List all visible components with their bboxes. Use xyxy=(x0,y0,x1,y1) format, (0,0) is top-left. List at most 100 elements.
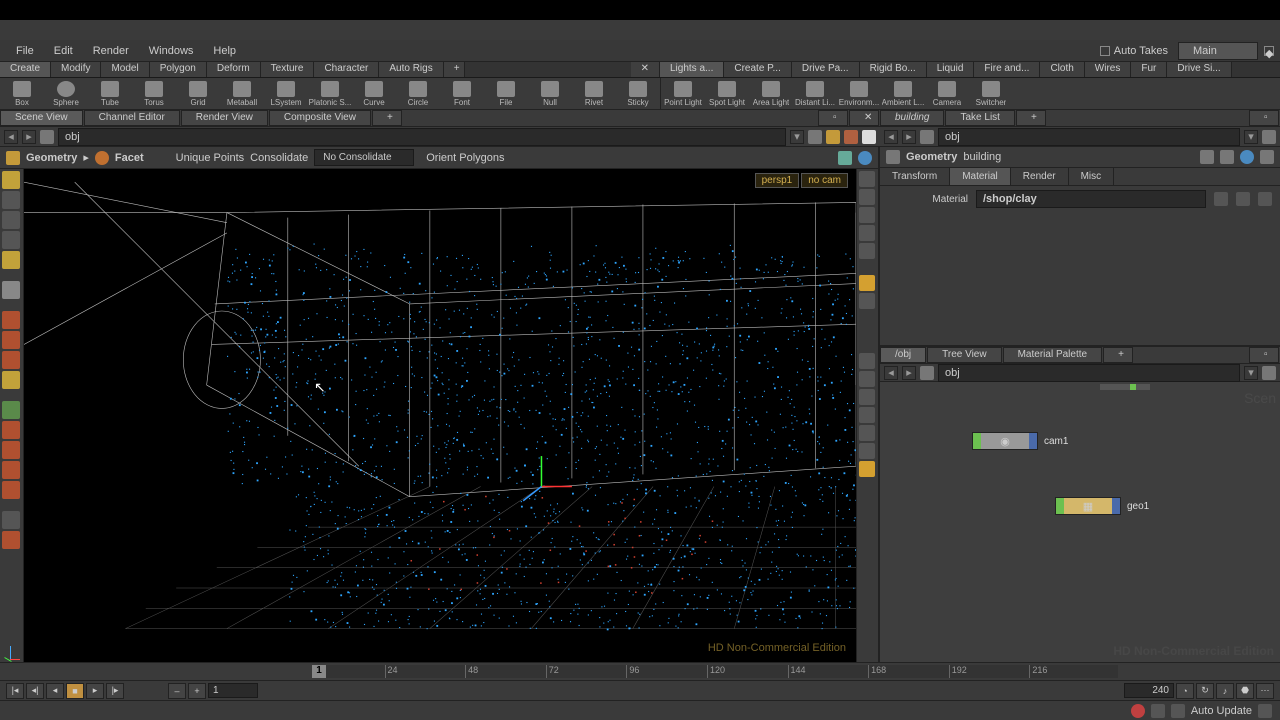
realtime-icon[interactable]: ◔ xyxy=(1176,683,1194,699)
record-icon[interactable] xyxy=(1131,704,1145,718)
path-dropdown-icon[interactable]: ▾ xyxy=(1244,130,1258,144)
view-icon[interactable] xyxy=(844,130,858,144)
end-frame-input[interactable]: 240 xyxy=(1124,683,1174,698)
menu-render[interactable]: Render xyxy=(83,42,139,60)
shelf-tab[interactable]: Texture xyxy=(261,62,315,77)
update-menu-icon[interactable] xyxy=(1258,704,1272,718)
tool-icon[interactable] xyxy=(2,481,20,499)
gear-icon[interactable] xyxy=(1200,150,1214,164)
shelf-tab[interactable]: Deform xyxy=(207,62,261,77)
tool-icon[interactable] xyxy=(2,511,20,529)
tool-circle[interactable]: Circle xyxy=(396,78,440,109)
tool-box[interactable]: Box xyxy=(0,78,44,109)
shelf-tab[interactable]: Fur xyxy=(1131,62,1167,77)
play-back-button[interactable]: ◂ xyxy=(46,683,64,699)
net-tab-add[interactable]: + xyxy=(1103,347,1133,363)
shelf-tab[interactable]: Liquid xyxy=(927,62,975,77)
pane-tab-composite-view[interactable]: Composite View xyxy=(269,110,371,126)
back-icon[interactable]: ◂ xyxy=(884,366,898,380)
shelf-tab[interactable]: Modify xyxy=(51,62,101,77)
param-tab-render[interactable]: Render xyxy=(1011,168,1069,185)
param-tab-material[interactable]: Material xyxy=(950,168,1011,185)
shelf-tab[interactable]: Fire and... xyxy=(974,62,1040,77)
shelf-close-icon[interactable]: ✕ xyxy=(631,62,660,77)
shelf-tab[interactable]: Drive Pa... xyxy=(792,62,860,77)
menu-windows[interactable]: Windows xyxy=(139,42,204,60)
tool-icon[interactable] xyxy=(2,421,20,439)
handle-tool-icon[interactable] xyxy=(2,251,20,269)
view-icon[interactable] xyxy=(862,130,876,144)
move-tool-icon[interactable] xyxy=(2,191,20,209)
display-icon[interactable] xyxy=(859,293,875,309)
mode-dropdown-icon[interactable]: ▸ xyxy=(83,151,89,164)
tool-metaball[interactable]: Metaball xyxy=(220,78,264,109)
tool-distant-light[interactable]: Distant Li... xyxy=(793,78,837,109)
display-icon[interactable] xyxy=(859,461,875,477)
home-icon[interactable] xyxy=(920,130,934,144)
node-cam1[interactable]: ◉ cam1 xyxy=(972,432,1068,450)
timeline[interactable]: 1 24 48 72 96 120 144 168 192 216 xyxy=(0,662,1280,680)
pane-expand-icon[interactable]: ▫ xyxy=(1249,347,1279,363)
pane-tab-building[interactable]: building xyxy=(880,110,944,126)
shelf-tab[interactable]: Rigid Bo... xyxy=(860,62,927,77)
display-icon[interactable] xyxy=(859,353,875,369)
net-tab-material[interactable]: Material Palette xyxy=(1003,347,1102,363)
loop-icon[interactable]: ↻ xyxy=(1196,683,1214,699)
back-icon[interactable]: ◂ xyxy=(4,130,18,144)
display-icon[interactable] xyxy=(859,225,875,241)
tool-icon[interactable] xyxy=(2,531,20,549)
pane-tab-take-list[interactable]: Take List xyxy=(945,110,1014,126)
tool-platonic[interactable]: Platonic S... xyxy=(308,78,352,109)
menu-help[interactable]: Help xyxy=(203,42,246,60)
pin-icon[interactable] xyxy=(1262,130,1276,144)
path-input[interactable]: obj xyxy=(58,128,786,146)
tool-spot-light[interactable]: Spot Light xyxy=(705,78,749,109)
shelf-tab[interactable]: Auto Rigs xyxy=(379,62,443,77)
shelf-tab[interactable]: Polygon xyxy=(150,62,207,77)
home-icon[interactable] xyxy=(40,130,54,144)
tool-null[interactable]: Null xyxy=(528,78,572,109)
tool-icon[interactable] xyxy=(2,441,20,459)
3d-viewport[interactable]: persp1no cam HD Non-Commercial Edition ↖ xyxy=(24,169,856,662)
tool-rivet[interactable]: Rivet xyxy=(572,78,616,109)
timeline-cursor[interactable]: 1 xyxy=(312,665,326,678)
tool-environment[interactable]: Environm... xyxy=(837,78,881,109)
shelf-tab[interactable]: Create P... xyxy=(724,62,792,77)
node-name-input[interactable] xyxy=(963,151,1194,163)
range-start-icon[interactable]: – xyxy=(168,683,186,699)
tool-switcher[interactable]: Switcher xyxy=(969,78,1013,109)
tool-sphere[interactable]: Sphere xyxy=(44,78,88,109)
tool-icon[interactable] xyxy=(2,311,20,329)
select-tool-icon[interactable] xyxy=(2,171,20,189)
shelf-tab[interactable]: Lights a... xyxy=(660,62,724,77)
view-icon[interactable] xyxy=(826,130,840,144)
display-icon[interactable] xyxy=(859,389,875,405)
pane-tab-add[interactable]: + xyxy=(1016,110,1046,126)
viewport-camera-label[interactable]: persp1no cam xyxy=(755,173,848,188)
status-icon[interactable] xyxy=(1171,704,1185,718)
network-view[interactable]: Scen ◉ cam1 ▦ geo1 HD Non-Commercial Edi… xyxy=(880,382,1280,662)
tool-file[interactable]: File xyxy=(484,78,528,109)
display-icon[interactable] xyxy=(859,407,875,423)
display-icon[interactable] xyxy=(859,243,875,259)
display-icon[interactable] xyxy=(859,275,875,291)
facet-icon[interactable] xyxy=(95,151,109,165)
menu-file[interactable]: File xyxy=(6,42,44,60)
home-icon[interactable] xyxy=(920,366,934,380)
options-icon[interactable]: ⋯ xyxy=(1256,683,1274,699)
take-menu-icon[interactable]: ◆ xyxy=(1264,46,1274,56)
param-tab-misc[interactable]: Misc xyxy=(1069,168,1115,185)
shelf-tab[interactable]: Create xyxy=(0,62,51,77)
tool-area-light[interactable]: Area Light xyxy=(749,78,793,109)
tool-lsystem[interactable]: LSystem xyxy=(264,78,308,109)
tool-ambient-light[interactable]: Ambient L... xyxy=(881,78,925,109)
range-end-icon[interactable]: + xyxy=(188,683,206,699)
consolidate-dropdown[interactable]: No Consolidate xyxy=(314,149,414,166)
auto-update-label[interactable]: Auto Update xyxy=(1191,705,1252,717)
first-frame-button[interactable]: |◂ xyxy=(6,683,24,699)
consolidate-button[interactable]: Consolidate xyxy=(250,152,308,164)
pane-tab-channel-editor[interactable]: Channel Editor xyxy=(84,110,180,126)
pane-tab-render-view[interactable]: Render View xyxy=(181,110,268,126)
take-dropdown[interactable]: Main xyxy=(1178,42,1258,60)
help-icon[interactable] xyxy=(858,151,872,165)
